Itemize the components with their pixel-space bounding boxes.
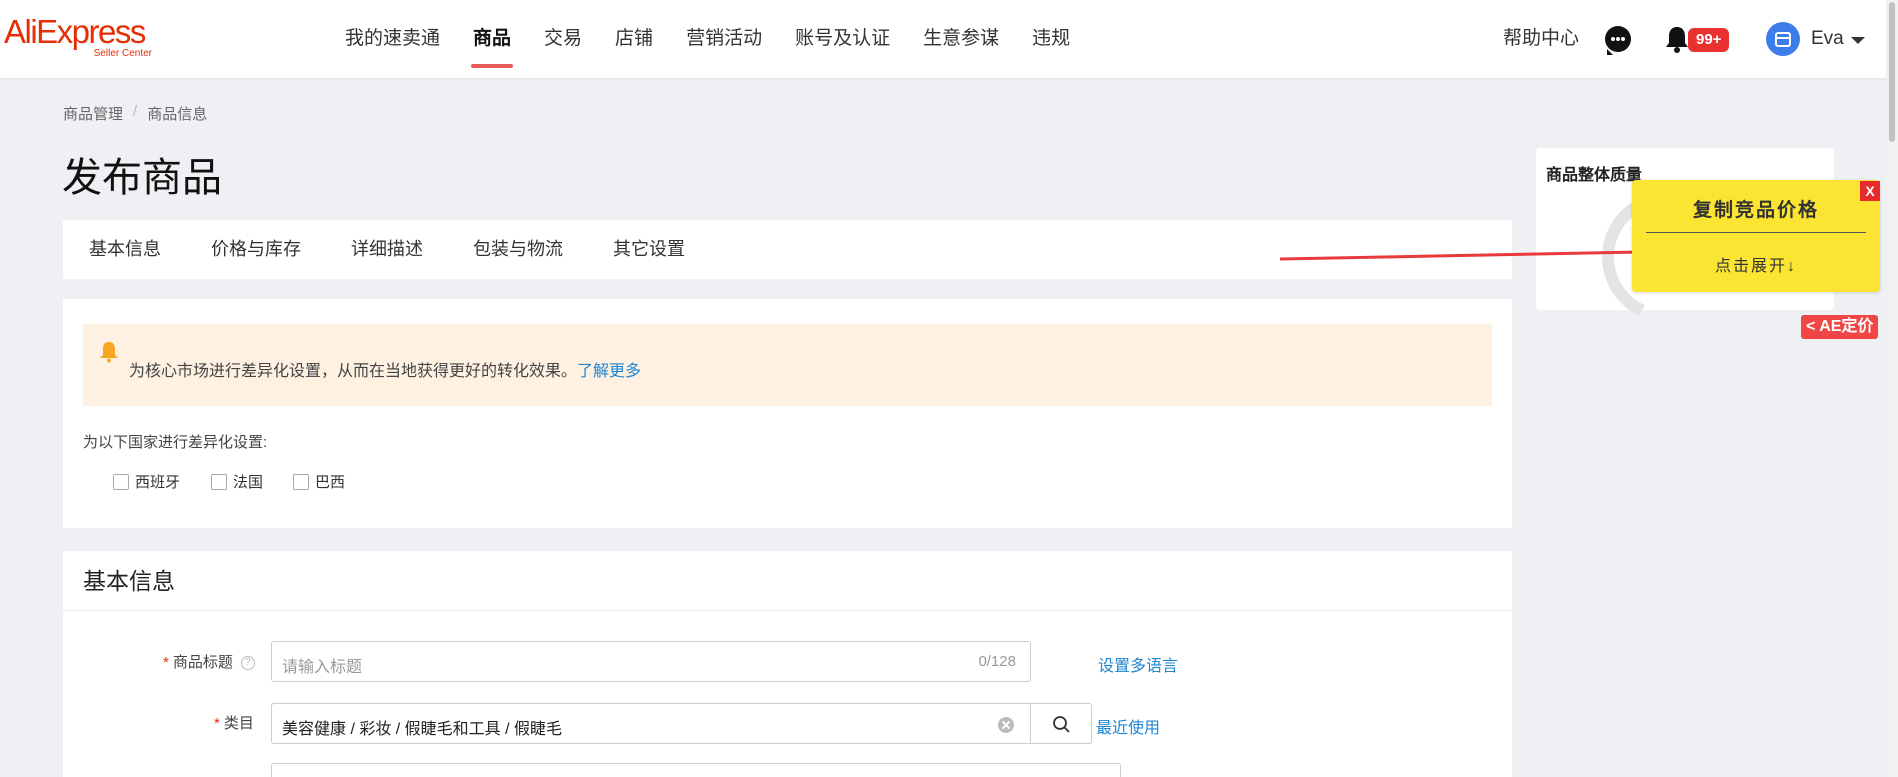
tab-basic-info[interactable]: 基本信息 bbox=[89, 220, 161, 279]
main-nav: 我的速卖通 商品 交易 店铺 营销活动 账号及认证 生意参谋 违规 bbox=[345, 0, 1103, 78]
breadcrumb-separator: / bbox=[133, 103, 138, 120]
required-mark: * bbox=[163, 654, 169, 671]
aliexpress-logo[interactable]: AliExpress Seller Center bbox=[4, 14, 164, 64]
popup-close-button[interactable]: X bbox=[1860, 181, 1880, 201]
chat-icon[interactable] bbox=[1605, 26, 1631, 55]
product-title-label: * 商品标题? bbox=[163, 651, 255, 672]
country-label: 西班牙 bbox=[135, 474, 181, 491]
clear-icon[interactable] bbox=[998, 717, 1014, 733]
category-input[interactable]: 美容健康 / 彩妆 / 假睫毛和工具 / 假睫毛 bbox=[271, 703, 1092, 744]
nav-item-marketing[interactable]: 营销活动 bbox=[686, 0, 762, 78]
countries-label: 为以下国家进行差异化设置: bbox=[83, 434, 268, 451]
scrollbar-thumb[interactable] bbox=[1889, 2, 1895, 142]
checkbox[interactable] bbox=[293, 473, 309, 490]
ae-pricing-tab[interactable]: < AE定价 bbox=[1801, 315, 1879, 339]
next-field-input[interactable] bbox=[271, 763, 1121, 777]
localization-card: 为核心市场进行差异化设置，从而在当地获得更好的转化效果。了解更多 为以下国家进行… bbox=[63, 299, 1512, 528]
country-checkbox-spain[interactable]: 西班牙 bbox=[113, 471, 180, 492]
logo-subtitle: Seller Center bbox=[93, 48, 152, 59]
help-icon[interactable]: ? bbox=[240, 656, 255, 671]
chevron-down-icon[interactable] bbox=[1851, 37, 1865, 44]
red-arrow bbox=[1279, 244, 1664, 261]
breadcrumb-item-product-info: 商品信息 bbox=[147, 106, 208, 123]
bell-icon bbox=[100, 342, 118, 363]
set-multilanguage-link[interactable]: 设置多语言 bbox=[1098, 652, 1178, 676]
bell-icon[interactable] bbox=[1664, 25, 1690, 53]
country-label: 巴西 bbox=[315, 474, 346, 491]
search-icon bbox=[1053, 716, 1070, 733]
popup-expand-button[interactable]: 点击展开↓ bbox=[1632, 252, 1880, 276]
tab-price-stock[interactable]: 价格与库存 bbox=[211, 220, 301, 279]
basic-info-card: 基本信息 * 商品标题? 请输入标题 0/128 设置多语言 * 类目 美容健康 /… bbox=[63, 551, 1512, 777]
basic-info-heading: 基本信息 bbox=[63, 551, 1512, 611]
popup-divider bbox=[1646, 232, 1866, 233]
product-title-input[interactable]: 请输入标题 0/128 bbox=[271, 641, 1031, 682]
page-scrollbar[interactable] bbox=[1886, 0, 1898, 777]
username[interactable]: Eva bbox=[1811, 0, 1844, 78]
popup-title: 复制竞品价格 bbox=[1692, 200, 1819, 221]
required-mark: * bbox=[214, 715, 220, 732]
recently-used-link[interactable]: 最近使用 bbox=[1096, 714, 1160, 738]
store-icon bbox=[1775, 32, 1791, 47]
country-checkbox-brazil[interactable]: 巴西 bbox=[293, 471, 345, 492]
product-title-label-text: 商品标题 bbox=[172, 654, 233, 671]
category-label: * 类目 bbox=[214, 712, 254, 733]
store-avatar[interactable] bbox=[1766, 22, 1800, 56]
tab-other-settings[interactable]: 其它设置 bbox=[613, 220, 685, 279]
product-title-placeholder: 请输入标题 bbox=[282, 659, 363, 676]
notice-text: 为核心市场进行差异化设置，从而在当地获得更好的转化效果。了解更多 bbox=[129, 357, 641, 381]
checkbox[interactable] bbox=[113, 473, 129, 490]
checkbox[interactable] bbox=[211, 473, 227, 490]
country-checkbox-france[interactable]: 法国 bbox=[211, 471, 263, 492]
category-label-text: 类目 bbox=[223, 715, 254, 732]
top-navbar: AliExpress Seller Center 我的速卖通 商品 交易 店铺 … bbox=[0, 0, 1886, 78]
category-search-button[interactable] bbox=[1030, 703, 1092, 744]
nav-item-products[interactable]: 商品 bbox=[471, 0, 514, 78]
notification-badge: 99+ bbox=[1688, 28, 1730, 52]
breadcrumb-item-product-management[interactable]: 商品管理 bbox=[63, 103, 123, 124]
quality-title: 商品整体质量 bbox=[1546, 167, 1643, 184]
nav-item-account[interactable]: 账号及认证 bbox=[795, 0, 890, 78]
char-counter: 0/128 bbox=[978, 653, 1016, 670]
category-value: 美容健康 / 彩妆 / 假睫毛和工具 / 假睫毛 bbox=[282, 721, 563, 738]
notice-message: 为核心市场进行差异化设置，从而在当地获得更好的转化效果。 bbox=[129, 363, 578, 380]
nav-item-violations[interactable]: 违规 bbox=[1032, 0, 1070, 78]
tab-packaging-logistics[interactable]: 包装与物流 bbox=[473, 220, 563, 279]
country-label: 法国 bbox=[233, 474, 264, 491]
tab-description[interactable]: 详细描述 bbox=[351, 220, 423, 279]
logo-wordmark: AliExpress bbox=[4, 13, 146, 50]
localization-notice: 为核心市场进行差异化设置，从而在当地获得更好的转化效果。了解更多 bbox=[83, 324, 1492, 406]
nav-item-business-advisor[interactable]: 生意参谋 bbox=[923, 0, 999, 78]
page-title: 发布商品 bbox=[62, 156, 222, 200]
help-center-link[interactable]: 帮助中心 bbox=[1503, 0, 1579, 78]
copy-competitor-price-popup: 复制竞品价格 点击展开↓ bbox=[1632, 180, 1880, 292]
nav-item-my-aliexpress[interactable]: 我的速卖通 bbox=[345, 0, 440, 78]
nav-item-store[interactable]: 店铺 bbox=[615, 0, 653, 78]
nav-item-orders[interactable]: 交易 bbox=[544, 0, 582, 78]
breadcrumb: 商品管理 / 商品信息 bbox=[63, 103, 207, 124]
learn-more-link[interactable]: 了解更多 bbox=[577, 363, 641, 380]
